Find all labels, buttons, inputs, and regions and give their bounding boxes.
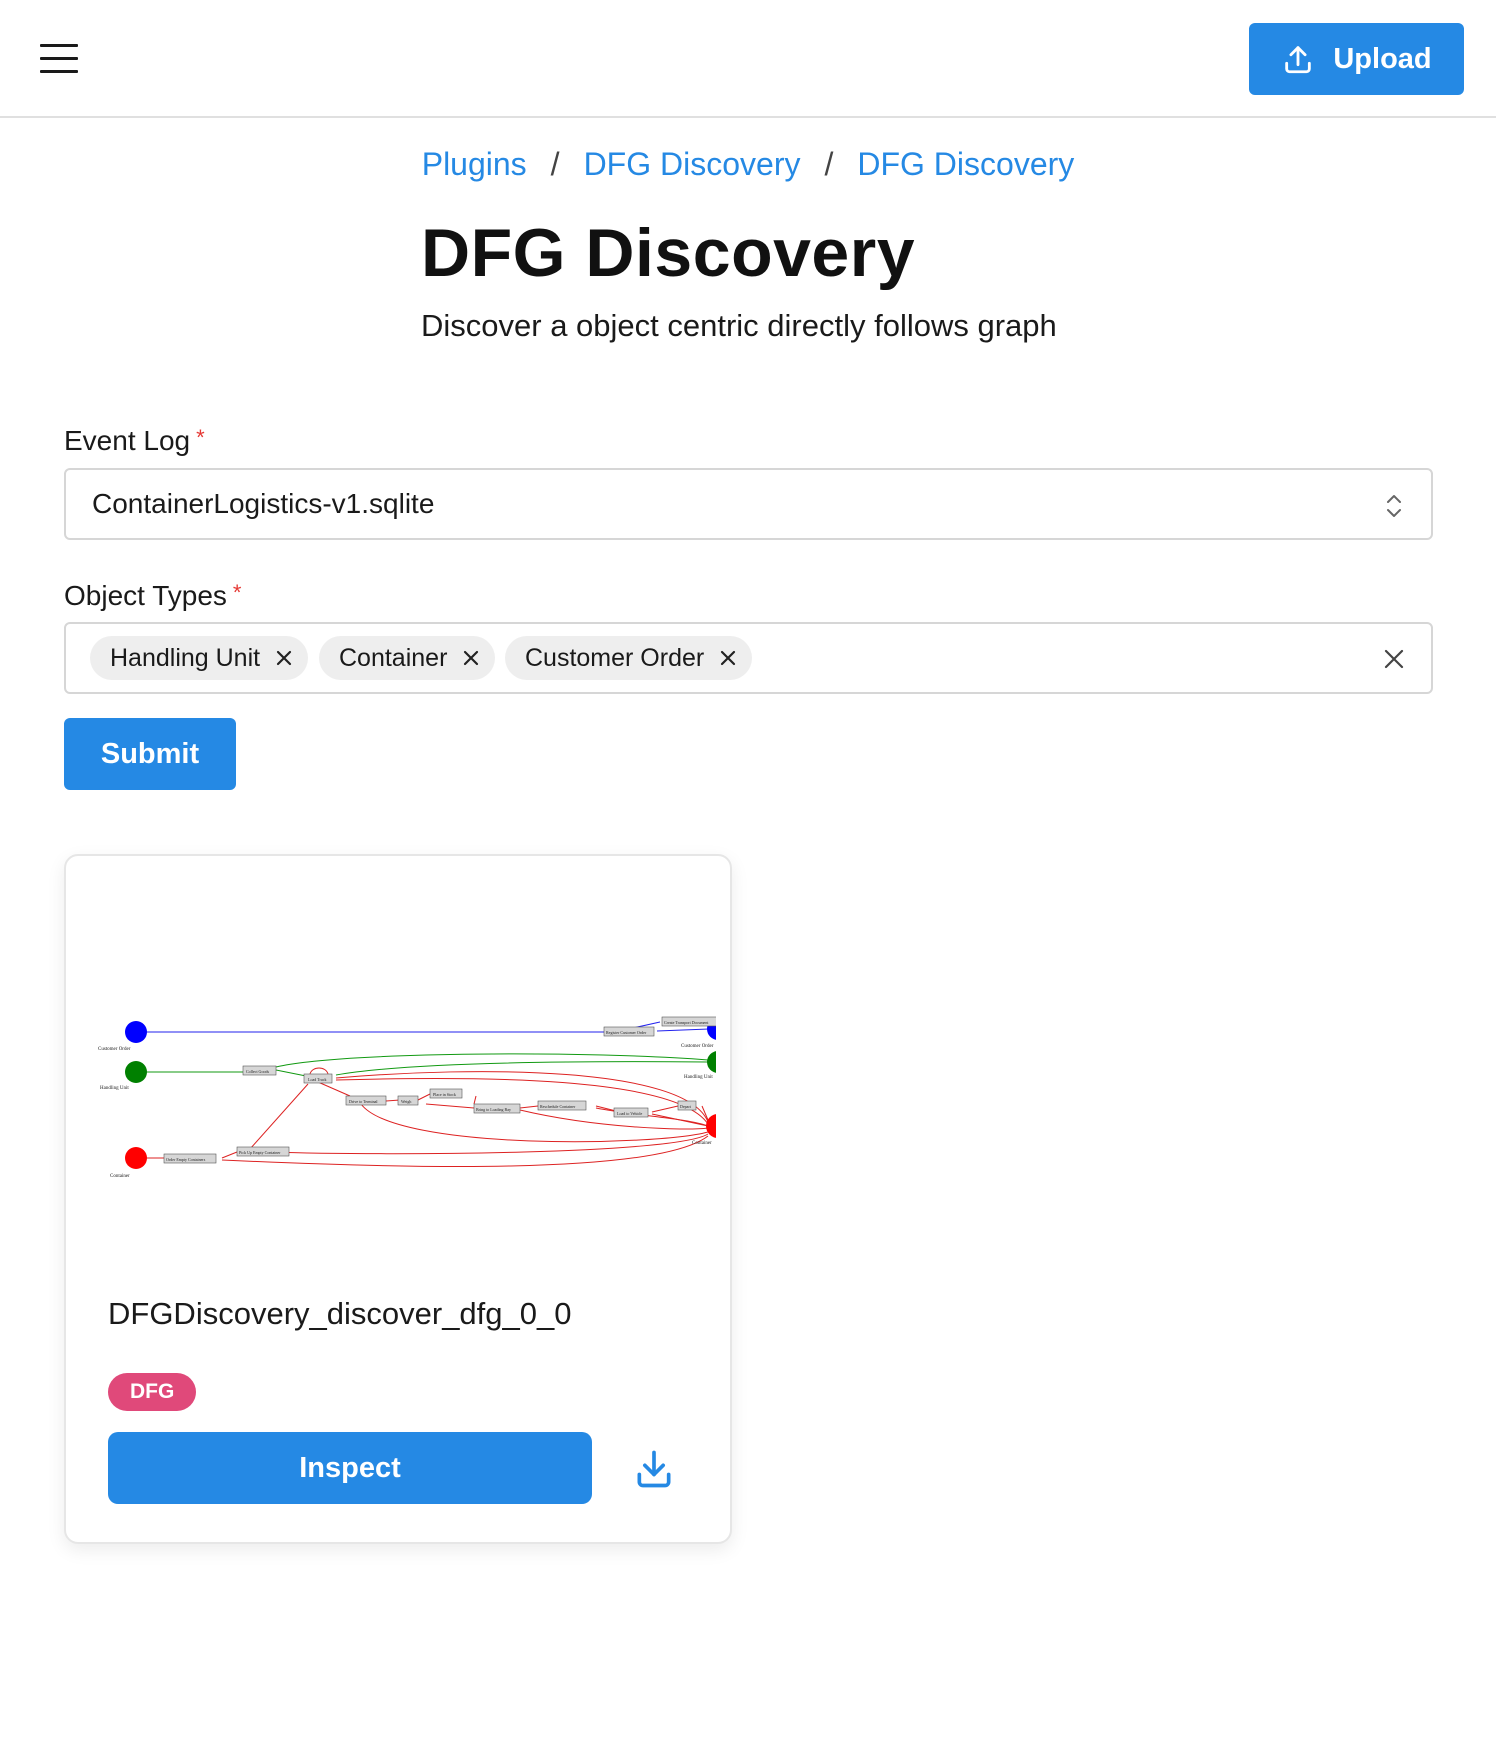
svg-text:Collect Goods: Collect Goods — [246, 1069, 269, 1074]
breadcrumb-dfg-discovery-plugin[interactable]: DFG Discovery — [584, 146, 801, 182]
svg-text:Reschedule Container: Reschedule Container — [540, 1104, 576, 1109]
svg-text:Customer Order: Customer Order — [681, 1044, 714, 1049]
chip-container: Container — [319, 636, 496, 680]
top-bar: Upload — [0, 0, 1496, 118]
svg-text:Depart: Depart — [680, 1104, 692, 1109]
breadcrumb-separator: / — [550, 146, 560, 182]
remove-chip-icon[interactable] — [274, 648, 294, 668]
svg-text:Create Transport Document: Create Transport Document — [664, 1020, 709, 1025]
hamburger-menu-icon[interactable] — [40, 44, 78, 74]
upload-button[interactable]: Upload — [1249, 23, 1464, 95]
upload-label: Upload — [1333, 42, 1432, 75]
page-subtitle: Discover a object centric directly follo… — [421, 308, 1057, 343]
svg-text:Register Customer Order: Register Customer Order — [606, 1030, 647, 1035]
svg-text:Bring to Loading Bay: Bring to Loading Bay — [476, 1107, 511, 1112]
breadcrumb-plugins[interactable]: Plugins — [422, 146, 527, 182]
svg-text:Weigh: Weigh — [401, 1099, 411, 1104]
page-title: DFG Discovery — [421, 215, 916, 291]
clear-all-icon[interactable] — [1383, 648, 1405, 670]
svg-text:Place in Stock: Place in Stock — [433, 1092, 456, 1097]
object-types-label: Object Types * — [64, 580, 242, 611]
submit-button[interactable]: Submit — [64, 718, 236, 790]
event-log-select[interactable]: ContainerLogistics-v1.sqlite — [64, 468, 1433, 540]
required-mark: * — [232, 580, 242, 605]
result-title: DFGDiscovery_discover_dfg_0_0 — [108, 1296, 572, 1331]
svg-text:Container: Container — [692, 1141, 712, 1146]
svg-text:Order Empty Containers: Order Empty Containers — [166, 1157, 206, 1162]
svg-text:Handling Unit: Handling Unit — [684, 1075, 713, 1080]
chip-customer-order: Customer Order — [505, 636, 753, 680]
object-types-multiselect[interactable]: Handling Unit Container Customer Order — [64, 622, 1433, 694]
svg-text:Handling Unit: Handling Unit — [100, 1086, 129, 1091]
download-icon[interactable] — [632, 1446, 676, 1492]
svg-text:Load Truck: Load Truck — [308, 1077, 327, 1082]
chip-handling-unit: Handling Unit — [90, 636, 309, 680]
upload-icon — [1285, 46, 1312, 74]
remove-chip-icon[interactable] — [718, 648, 738, 668]
svg-text:Pick Up Empty Container: Pick Up Empty Container — [239, 1150, 281, 1155]
svg-text:Load to Vehicle: Load to Vehicle — [617, 1111, 642, 1116]
type-badge: DFG — [108, 1373, 197, 1411]
result-card: Customer Order Handling Unit Container C… — [64, 854, 732, 1544]
event-log-label: Event Log * — [64, 425, 205, 456]
required-mark: * — [196, 425, 205, 450]
breadcrumb: Plugins / DFG Discovery / DFG Discovery — [0, 146, 1496, 183]
inspect-button[interactable]: Inspect — [108, 1432, 592, 1504]
chevron-up-down-icon — [1387, 495, 1401, 517]
svg-text:Container: Container — [110, 1174, 130, 1179]
svg-text:Drive to Terminal: Drive to Terminal — [349, 1099, 378, 1104]
event-log-value: ContainerLogistics-v1.sqlite — [92, 488, 435, 519]
breadcrumb-dfg-discovery-method[interactable]: DFG Discovery — [857, 146, 1074, 182]
remove-chip-icon[interactable] — [461, 648, 481, 668]
svg-text:Customer Order: Customer Order — [98, 1047, 131, 1052]
dfg-graph-preview[interactable]: Customer Order Handling Unit Container C… — [96, 956, 716, 1246]
breadcrumb-separator: / — [824, 146, 834, 182]
